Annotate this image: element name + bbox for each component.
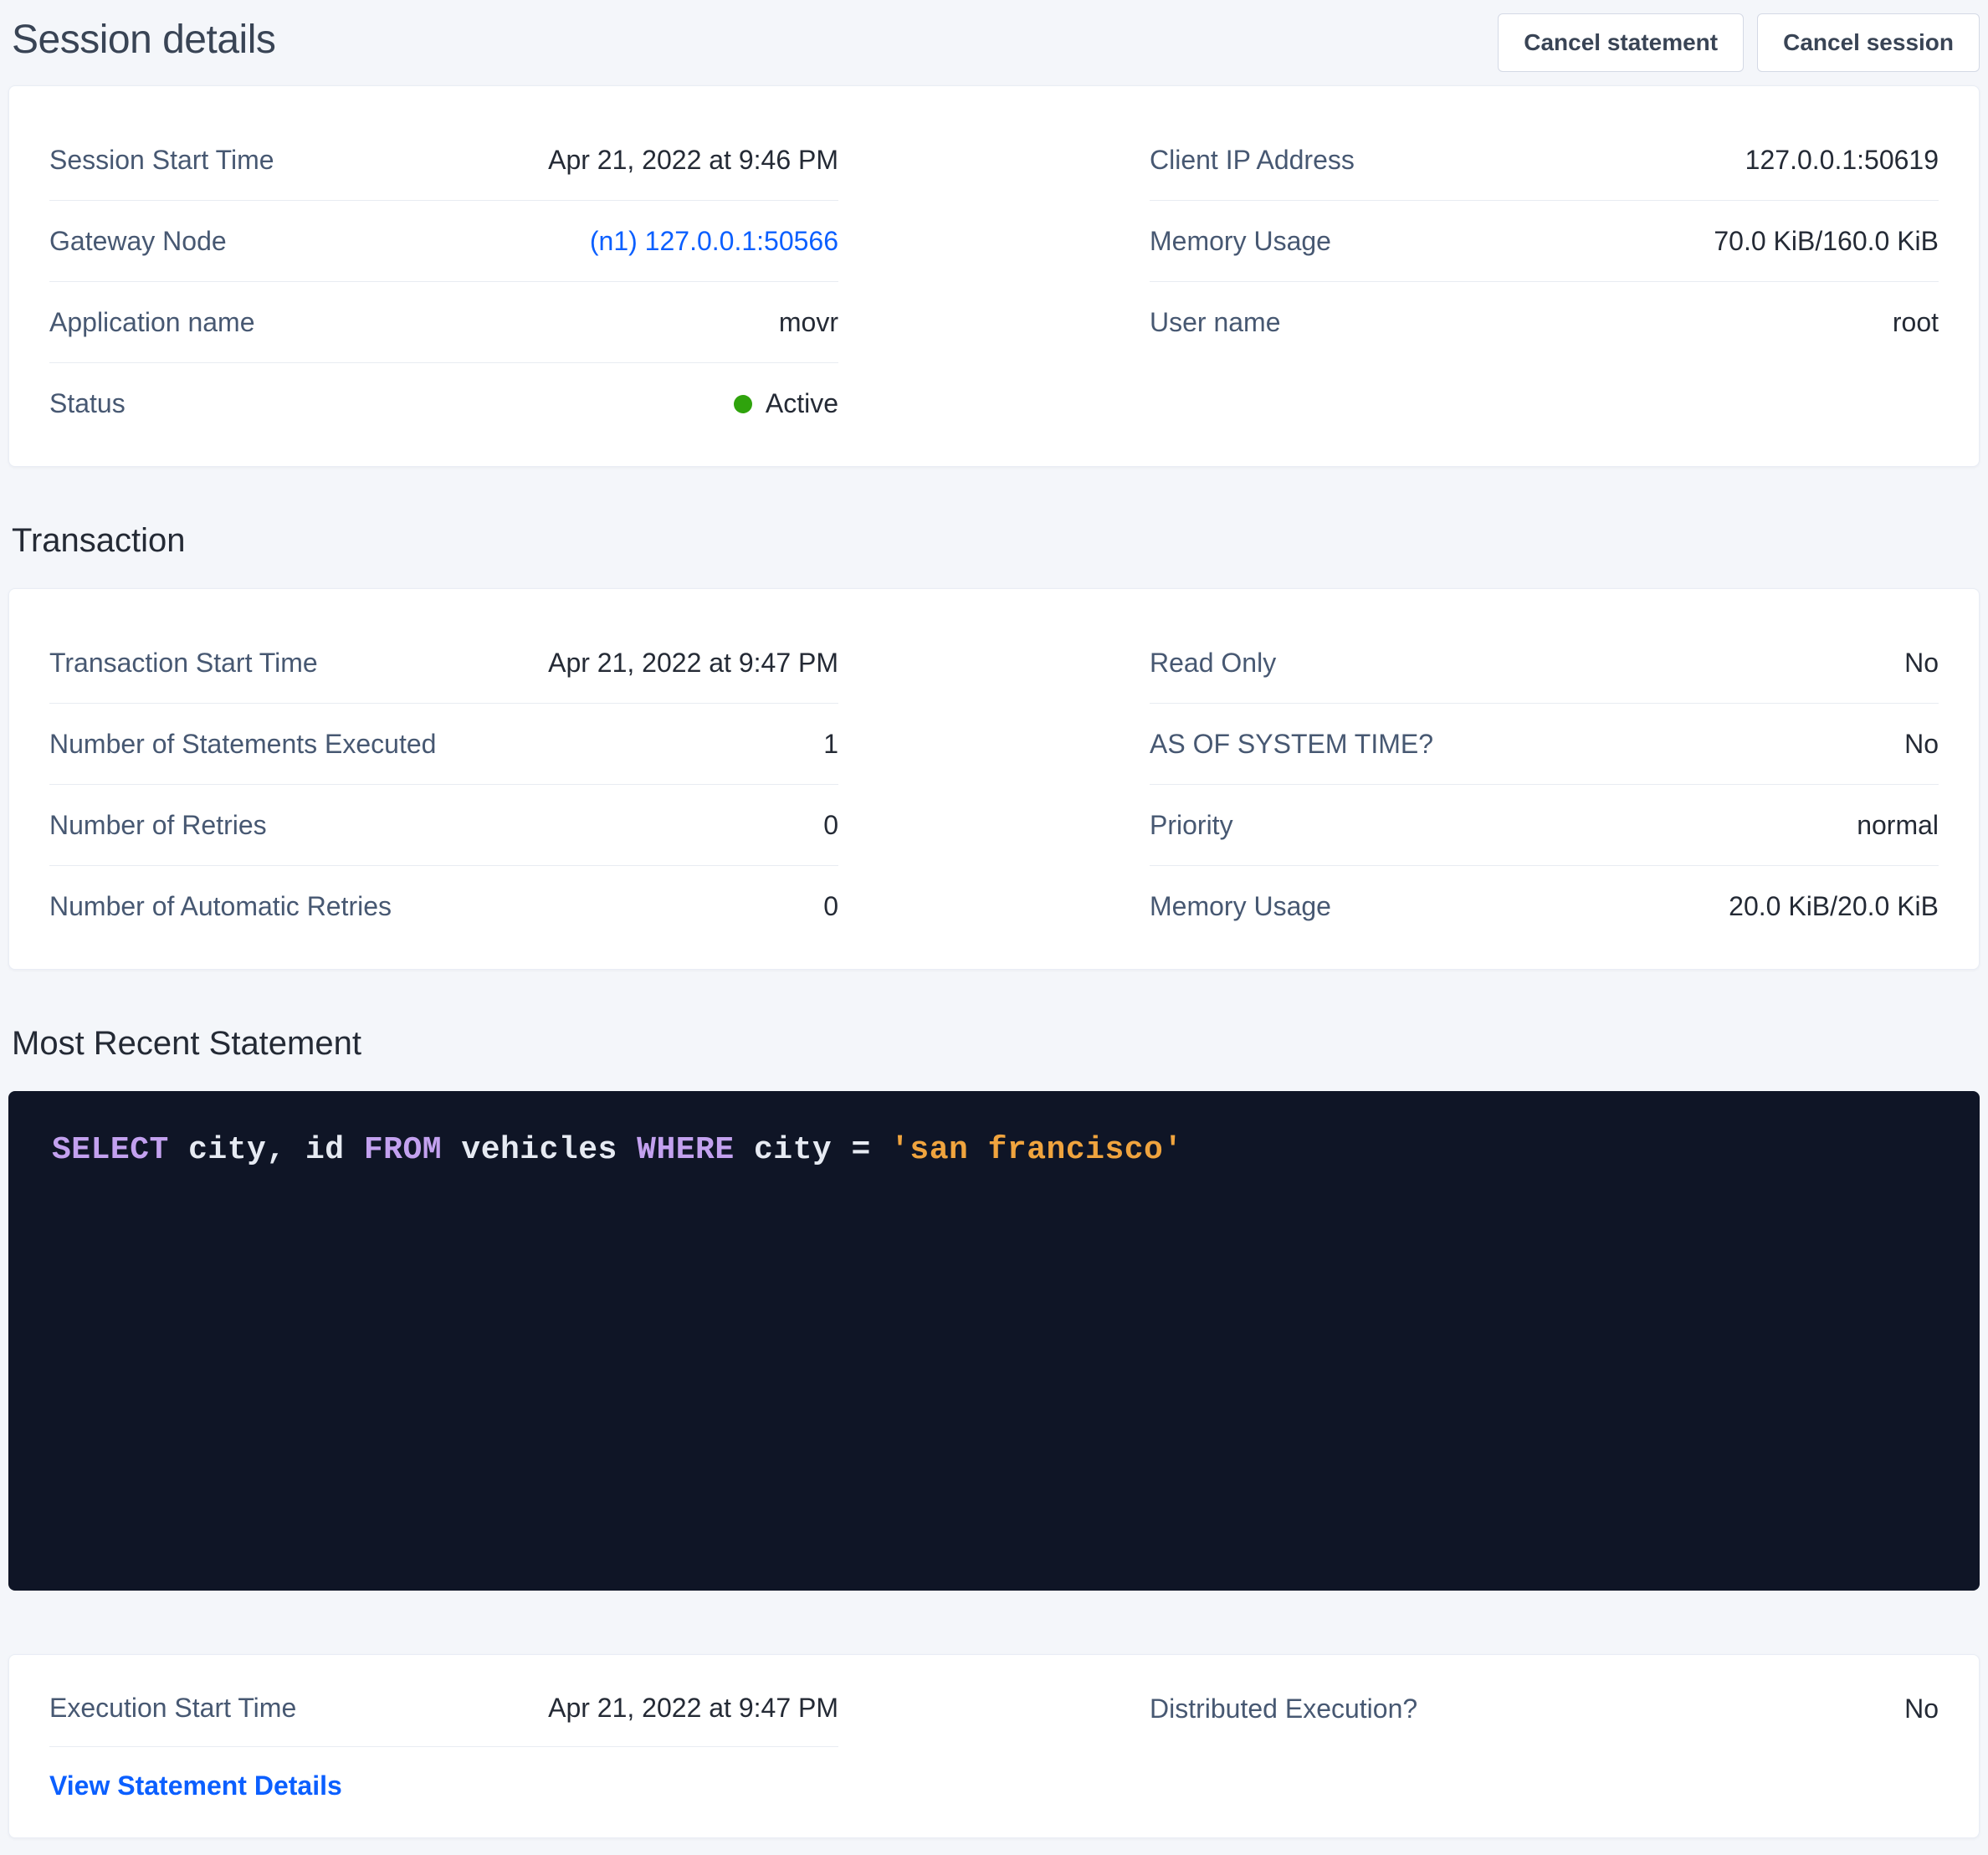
sql-statement: SELECT city, id FROM vehicles WHERE city…	[52, 1132, 1183, 1168]
detail-label: Memory Usage	[1150, 226, 1331, 257]
transaction-start-time-row: Transaction Start Time Apr 21, 2022 at 9…	[49, 623, 838, 704]
transaction-card-right-column: Read Only No AS OF SYSTEM TIME? No Prior…	[1150, 623, 1939, 947]
automatic-retries-row: Number of Automatic Retries 0	[49, 866, 838, 947]
as-of-system-time-row: AS OF SYSTEM TIME? No	[1150, 704, 1939, 785]
session-card-left-column: Session Start Time Apr 21, 2022 at 9:46 …	[49, 120, 838, 444]
session-memory-usage-row: Memory Usage 70.0 KiB/160.0 KiB	[1150, 201, 1939, 282]
detail-value: No	[1904, 729, 1939, 760]
most-recent-statement-title: Most Recent Statement	[12, 1025, 1980, 1063]
client-ip-row: Client IP Address 127.0.0.1:50619	[1150, 120, 1939, 201]
read-only-row: Read Only No	[1150, 623, 1939, 704]
detail-label: Transaction Start Time	[49, 648, 318, 679]
view-statement-details-row: View Statement Details	[49, 1747, 838, 1824]
execution-card-right-column: Distributed Execution? No	[1150, 1670, 1939, 1824]
detail-value: 0	[823, 891, 838, 922]
detail-value: No	[1904, 648, 1939, 679]
transaction-section-title: Transaction	[12, 522, 1980, 560]
sql-token: vehicles	[442, 1132, 637, 1168]
sql-token: WHERE	[637, 1132, 735, 1168]
detail-label: Execution Start Time	[49, 1693, 296, 1724]
sql-token: FROM	[364, 1132, 442, 1168]
number-of-retries-row: Number of Retries 0	[49, 785, 838, 866]
sql-token: city, id	[169, 1132, 364, 1168]
detail-label: Priority	[1150, 810, 1233, 841]
status-active-dot-icon	[734, 395, 752, 413]
transaction-card: Transaction Start Time Apr 21, 2022 at 9…	[8, 588, 1980, 970]
detail-label: AS OF SYSTEM TIME?	[1150, 729, 1433, 760]
application-name-row: Application name movr	[49, 282, 838, 363]
header-actions: Cancel statement Cancel session	[1498, 12, 1980, 72]
detail-value: Apr 21, 2022 at 9:47 PM	[548, 1693, 838, 1724]
detail-label: Session Start Time	[49, 145, 274, 176]
cancel-statement-button[interactable]: Cancel statement	[1498, 13, 1744, 72]
detail-value: normal	[1857, 810, 1939, 841]
sql-token: SELECT	[52, 1132, 169, 1168]
page-title: Session details	[12, 17, 275, 63]
session-summary-card: Session Start Time Apr 21, 2022 at 9:46 …	[8, 85, 1980, 467]
session-details-page: Session details Cancel statement Cancel …	[0, 0, 1988, 1855]
detail-label: Client IP Address	[1150, 145, 1355, 176]
priority-row: Priority normal	[1150, 785, 1939, 866]
statements-executed-row: Number of Statements Executed 1	[49, 704, 838, 785]
detail-value: 20.0 KiB/20.0 KiB	[1729, 891, 1939, 922]
sql-token: city =	[735, 1132, 890, 1168]
detail-label: Read Only	[1150, 648, 1276, 679]
detail-label: Number of Statements Executed	[49, 729, 436, 760]
session-start-time-row: Session Start Time Apr 21, 2022 at 9:46 …	[49, 120, 838, 201]
detail-value: 0	[823, 810, 838, 841]
detail-value: Apr 21, 2022 at 9:47 PM	[548, 648, 838, 679]
detail-label: Number of Automatic Retries	[49, 891, 392, 922]
sql-statement-box: SELECT city, id FROM vehicles WHERE city…	[8, 1091, 1980, 1591]
detail-value: movr	[779, 307, 838, 338]
detail-label: Distributed Execution?	[1150, 1694, 1417, 1724]
sql-token: 'san francisco'	[890, 1132, 1183, 1168]
detail-value: 70.0 KiB/160.0 KiB	[1714, 226, 1939, 257]
user-name-row: User name root	[1150, 282, 1939, 363]
detail-label: Application name	[49, 307, 254, 338]
page-header: Session details Cancel statement Cancel …	[8, 12, 1980, 72]
status-text: Active	[766, 388, 838, 419]
detail-value: root	[1893, 307, 1939, 338]
detail-value: 127.0.0.1:50619	[1745, 145, 1939, 176]
cancel-session-button[interactable]: Cancel session	[1757, 13, 1980, 72]
gateway-node-link[interactable]: (n1) 127.0.0.1:50566	[590, 226, 838, 257]
transaction-card-left-column: Transaction Start Time Apr 21, 2022 at 9…	[49, 623, 838, 947]
gateway-node-row: Gateway Node (n1) 127.0.0.1:50566	[49, 201, 838, 282]
detail-value: 1	[823, 729, 838, 760]
transaction-memory-usage-row: Memory Usage 20.0 KiB/20.0 KiB	[1150, 866, 1939, 947]
detail-label: Memory Usage	[1150, 891, 1331, 922]
status-row: Status Active	[49, 363, 838, 444]
execution-details-card: Execution Start Time Apr 21, 2022 at 9:4…	[8, 1654, 1980, 1838]
view-statement-details-link[interactable]: View Statement Details	[49, 1770, 342, 1801]
execution-start-time-row: Execution Start Time Apr 21, 2022 at 9:4…	[49, 1670, 838, 1747]
detail-label: User name	[1150, 307, 1281, 338]
distributed-execution-row: Distributed Execution? No	[1150, 1670, 1939, 1747]
detail-value: Apr 21, 2022 at 9:46 PM	[548, 145, 838, 176]
session-status: Active	[734, 388, 838, 419]
detail-value: No	[1904, 1694, 1939, 1724]
detail-label: Status	[49, 388, 126, 419]
detail-label: Number of Retries	[49, 810, 267, 841]
detail-label: Gateway Node	[49, 226, 227, 257]
execution-card-left-column: Execution Start Time Apr 21, 2022 at 9:4…	[49, 1670, 838, 1824]
session-card-right-column: Client IP Address 127.0.0.1:50619 Memory…	[1150, 120, 1939, 444]
